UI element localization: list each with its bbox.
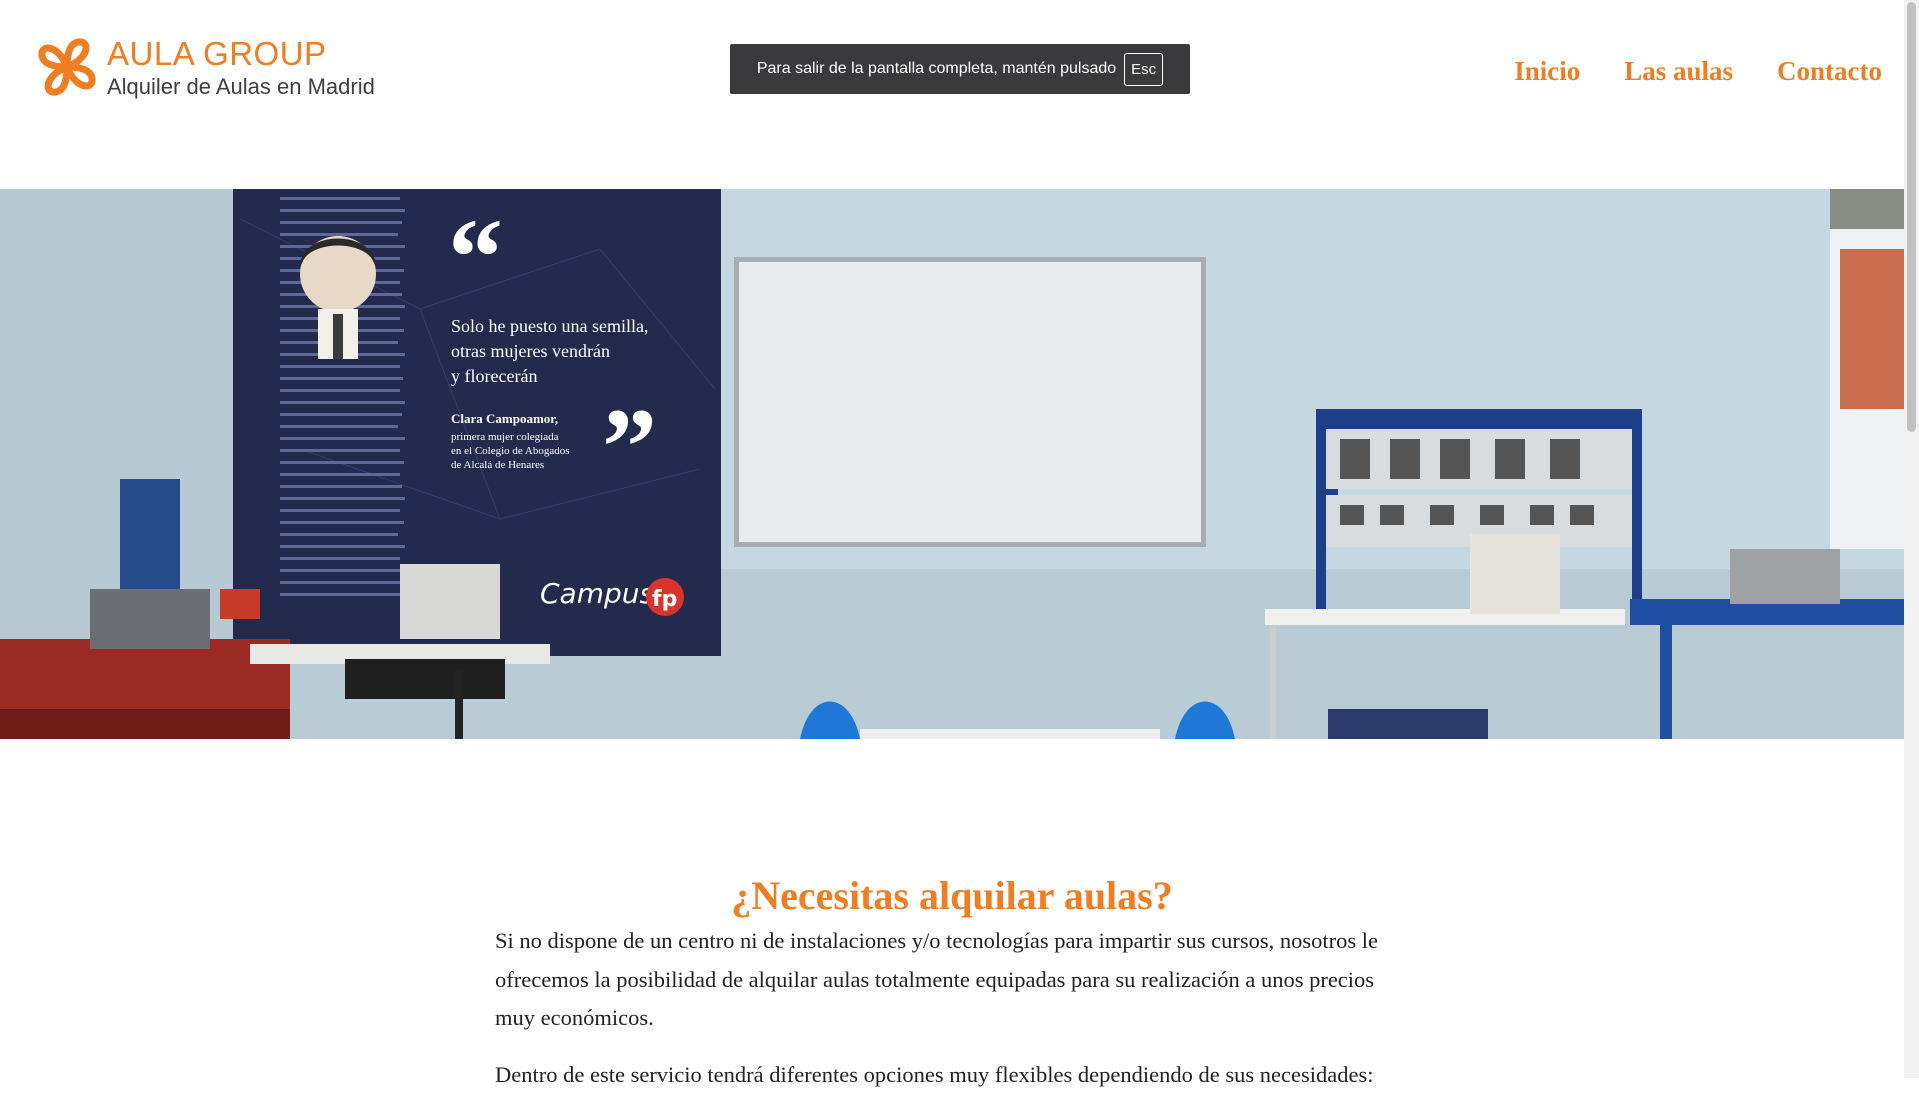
fullscreen-notice: Para salir de la pantalla completa, mant… — [730, 44, 1190, 94]
svg-text:“: “ — [448, 196, 503, 318]
page-scrollbar[interactable] — [1904, 0, 1919, 1078]
hero-classroom-image: “ ” Solo he puesto una semilla, otras mu… — [0, 189, 1904, 739]
intro-paragraph-2: Dentro de este servicio tendrá diferente… — [495, 1061, 1374, 1087]
nav-contacto[interactable]: Contacto — [1777, 56, 1882, 87]
logo-title: AULA GROUP — [107, 35, 327, 72]
site-logo[interactable]: AULA GROUP Alquiler de Aulas en Madrid — [36, 36, 375, 100]
quote-line-2: otras mujeres vendrán — [451, 341, 610, 361]
quote-author: Clara Campoamor, — [451, 411, 558, 426]
quote-line-1: Solo he puesto una semilla, — [451, 316, 648, 336]
fp-badge-text: fp — [652, 587, 677, 612]
quote-line-3: y florecerán — [451, 366, 537, 386]
classroom-photo: “ ” Solo he puesto una semilla, otras mu… — [0, 189, 1904, 739]
quote-author-desc-2: en el Colegio de Abogados — [451, 445, 570, 457]
esc-key-badge: Esc — [1124, 52, 1164, 86]
quote-author-desc-3: de Alcalá de Henares — [451, 459, 544, 471]
nav-las-aulas[interactable]: Las aulas — [1624, 56, 1733, 87]
quote-author-desc-1: primera mujer colegiada — [451, 431, 559, 443]
clover-logo-icon — [38, 38, 96, 96]
intro-text: Si no dispone de un centro ni de instala… — [495, 922, 1395, 1112]
logo-subtitle: Alquiler de Aulas en Madrid — [107, 74, 375, 99]
fullscreen-notice-text: Para salir de la pantalla completa, mant… — [756, 60, 1117, 77]
intro-paragraph-1: Si no dispone de un centro ni de instala… — [495, 928, 1378, 1030]
campus-brand-text: Campus — [540, 577, 654, 610]
svg-text:”: ” — [602, 386, 657, 508]
nav-inicio[interactable]: Inicio — [1514, 56, 1580, 87]
page-title: ¿Necesitas alquilar aulas? — [731, 872, 1173, 918]
whiteboard — [739, 262, 1201, 542]
main-nav: Inicio Las aulas Contacto — [1514, 56, 1882, 87]
site-header: AULA GROUP Alquiler de Aulas en Madrid P… — [0, 0, 1904, 189]
scrollbar-thumb[interactable] — [1907, 2, 1916, 432]
